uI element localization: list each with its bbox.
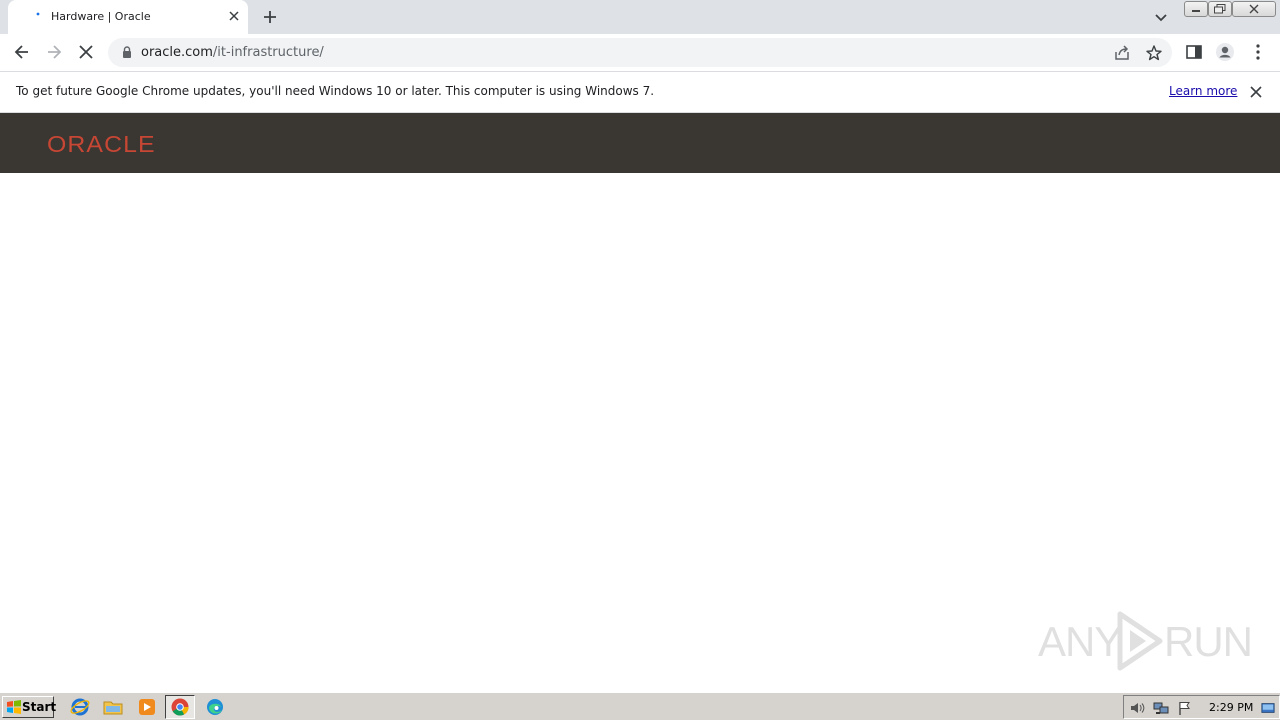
side-panel-icon[interactable]	[1184, 42, 1204, 62]
window-minimize-button[interactable]	[1184, 1, 1208, 17]
share-icon[interactable]	[1113, 44, 1131, 62]
url-path: /it-infrastructure/	[212, 45, 324, 60]
tab-hardware-oracle[interactable]: Hardware | Oracle	[8, 0, 248, 34]
menu-kebab-icon[interactable]	[1248, 42, 1268, 62]
learn-more-link[interactable]: Learn more	[1169, 84, 1237, 98]
tab-close-icon[interactable]	[226, 8, 242, 24]
anyrun-watermark: ANY RUN	[1036, 610, 1253, 671]
tab-search-chevron-down-icon[interactable]	[1152, 8, 1170, 26]
taskbar-clock[interactable]: 2:29 PM	[1209, 701, 1253, 714]
windows-taskbar: Start 2:29 PM	[0, 692, 1280, 720]
minimize-icon	[1192, 10, 1200, 12]
network-icon[interactable]	[1153, 700, 1169, 716]
show-desktop-icon[interactable]	[1261, 700, 1275, 716]
browser-toolbar: oracle.com/it-infrastructure/	[0, 34, 1280, 72]
bookmark-star-icon[interactable]	[1145, 44, 1163, 62]
forward-arrow-icon[interactable]	[44, 42, 64, 62]
chrome-taskbar-button[interactable]	[165, 695, 195, 719]
close-icon	[1249, 4, 1259, 14]
oracle-logo[interactable]: ORACLE	[47, 131, 156, 158]
media-player-icon[interactable]	[136, 697, 158, 717]
restore-icon	[1214, 4, 1226, 14]
watermark-text-any: ANY	[1038, 618, 1122, 665]
url-domain: oracle.com	[141, 45, 213, 60]
start-label: Start	[22, 700, 57, 714]
watermark-text-run: RUN	[1164, 618, 1253, 665]
address-bar[interactable]: oracle.com/it-infrastructure/	[108, 38, 1172, 67]
back-arrow-icon[interactable]	[12, 42, 32, 62]
volume-icon[interactable]	[1129, 700, 1145, 716]
system-tray	[1123, 695, 1280, 719]
url-text[interactable]: oracle.com/it-infrastructure/	[141, 45, 324, 60]
infobar-message: To get future Google Chrome updates, you…	[16, 84, 655, 98]
infobar-close-icon[interactable]	[1248, 84, 1264, 100]
chrome-icon	[171, 698, 189, 716]
tab-title: Hardware | Oracle	[51, 10, 151, 23]
action-center-flag-icon[interactable]	[1177, 700, 1193, 716]
site-header: ORACLE	[0, 113, 1280, 173]
windows-flag-icon	[7, 700, 21, 714]
profile-avatar-icon[interactable]	[1215, 42, 1235, 62]
stop-loading-icon[interactable]	[76, 42, 96, 62]
folder-icon[interactable]	[102, 697, 124, 717]
window-restore-button[interactable]	[1208, 1, 1232, 17]
play-logo-icon	[1117, 611, 1163, 671]
loading-favicon-icon	[36, 12, 40, 16]
tab-strip: Hardware | Oracle	[0, 0, 1280, 34]
internet-explorer-icon[interactable]	[69, 697, 91, 717]
window-close-button[interactable]	[1232, 1, 1276, 17]
new-tab-icon[interactable]	[260, 7, 280, 27]
lock-icon[interactable]	[120, 45, 134, 59]
update-infobar: To get future Google Chrome updates, you…	[0, 72, 1280, 113]
edge-icon[interactable]	[204, 697, 226, 717]
start-button[interactable]: Start	[2, 696, 57, 718]
